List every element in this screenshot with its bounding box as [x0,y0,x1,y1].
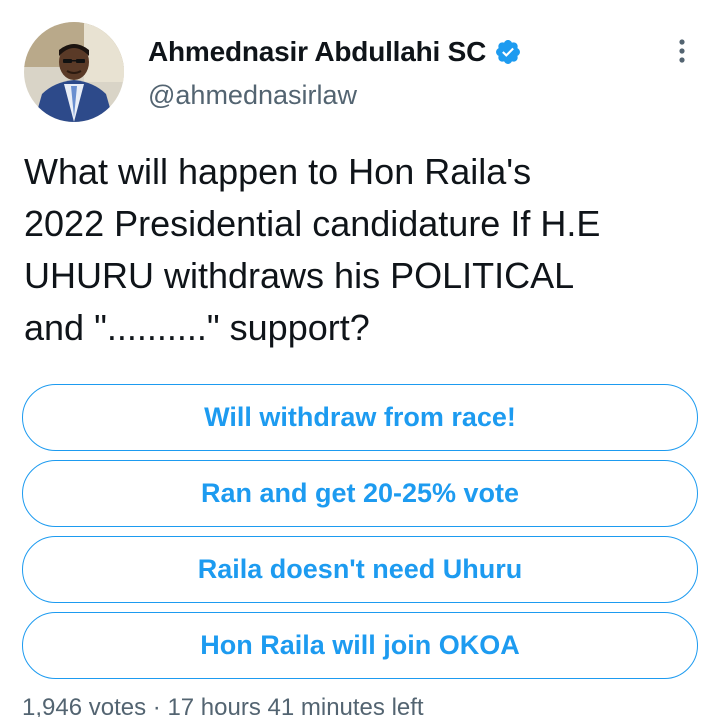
avatar-image [24,22,124,122]
tweet-text: What will happen to Hon Raila's 2022 Pre… [24,151,601,348]
avatar[interactable] [24,22,124,122]
poll: Will withdraw from race! Ran and get 20-… [22,384,698,688]
poll-vote-count: 1,946 votes [22,694,147,717]
poll-meta-separator: · [152,694,161,717]
author-name-row: Ahmednasir Abdullahi SC [148,32,522,72]
author-display-name[interactable]: Ahmednasir Abdullahi SC [148,36,486,68]
poll-option-1[interactable]: Will withdraw from race! [22,384,698,451]
poll-option-2[interactable]: Ran and get 20-25% vote [22,460,698,527]
author-handle[interactable]: @ahmednasirlaw [148,80,357,111]
tweet: Ahmednasir Abdullahi SC @ahmednasirlaw W… [0,0,720,717]
more-vertical-icon[interactable] [664,32,700,72]
poll-option-3[interactable]: Raila doesn't need Uhuru [22,536,698,603]
poll-option-4[interactable]: Hon Raila will join OKOA [22,612,698,679]
verified-badge-icon [494,38,522,66]
poll-meta: 1,946 votes · 17 hours 41 minutes left [22,694,424,717]
poll-time-left: 17 hours 41 minutes left [167,694,424,717]
